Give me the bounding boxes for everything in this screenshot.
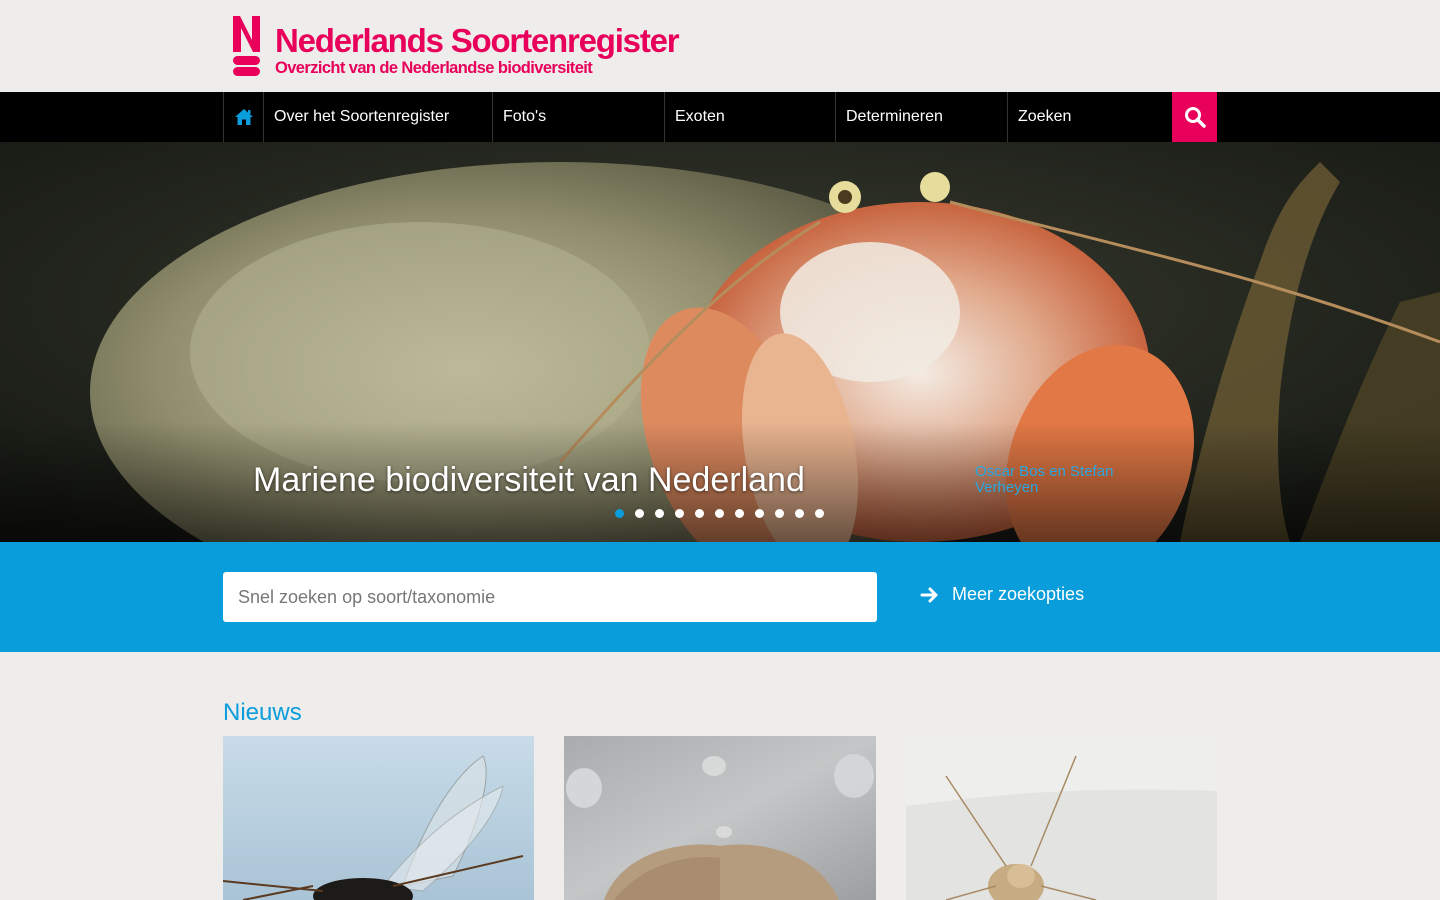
- carousel-dot[interactable]: [735, 509, 744, 518]
- wasp-photo: [223, 736, 534, 900]
- site-header: Nederlands Soortenregister Overzicht van…: [0, 0, 1440, 92]
- home-icon: [234, 109, 253, 125]
- carousel-dot[interactable]: [715, 509, 724, 518]
- more-search-label: Meer zoekopties: [952, 584, 1085, 604]
- hero-photo-credit[interactable]: Oscar Bos en Stefan Verheyen: [975, 464, 1145, 496]
- nav-item-determineren[interactable]: Determineren: [836, 92, 1008, 142]
- insect-photo: [906, 736, 1217, 900]
- moth-photo: [564, 736, 876, 900]
- quick-search-input[interactable]: [223, 572, 877, 622]
- carousel-pagination: [615, 509, 835, 518]
- carousel-dot[interactable]: [815, 509, 824, 518]
- carousel-dot[interactable]: [655, 509, 664, 518]
- site-title: Nederlands Soortenregister: [275, 22, 680, 59]
- news-card[interactable]: [223, 736, 534, 900]
- more-search-options-link[interactable]: Meer zoekopties: [920, 584, 1084, 605]
- news-card[interactable]: [564, 736, 876, 900]
- carousel-dot[interactable]: [635, 509, 644, 518]
- news-heading: Nieuws: [223, 699, 302, 726]
- carousel-dot[interactable]: [615, 509, 624, 518]
- arrow-right-icon: [920, 587, 938, 602]
- carousel-dot[interactable]: [675, 509, 684, 518]
- main-nav: Over het Soortenregister Foto's Exoten D…: [0, 92, 1440, 142]
- nav-home-button[interactable]: [223, 92, 264, 142]
- nav-item-over[interactable]: Over het Soortenregister: [264, 92, 493, 142]
- hero-title: Mariene biodiversiteit van Nederland: [253, 461, 805, 499]
- news-card[interactable]: [906, 736, 1217, 900]
- nav-item-exoten[interactable]: Exoten: [665, 92, 836, 142]
- search-icon: [1184, 107, 1206, 128]
- nav-item-zoeken[interactable]: Zoeken: [1008, 92, 1172, 142]
- nav-search-button[interactable]: [1172, 92, 1217, 142]
- carousel-dot[interactable]: [755, 509, 764, 518]
- quick-search-band: Meer zoekopties: [0, 542, 1440, 652]
- carousel-dot[interactable]: [695, 509, 704, 518]
- site-subtitle: Overzicht van de Nederlandse biodiversit…: [275, 59, 593, 77]
- site-logo[interactable]: Nederlands Soortenregister Overzicht van…: [232, 14, 680, 78]
- ns-logo-icon: [232, 14, 261, 77]
- carousel-dot[interactable]: [775, 509, 784, 518]
- carousel-dot[interactable]: [795, 509, 804, 518]
- nav-item-fotos[interactable]: Foto's: [493, 92, 665, 142]
- hero-carousel[interactable]: Mariene biodiversiteit van Nederland Osc…: [0, 142, 1440, 542]
